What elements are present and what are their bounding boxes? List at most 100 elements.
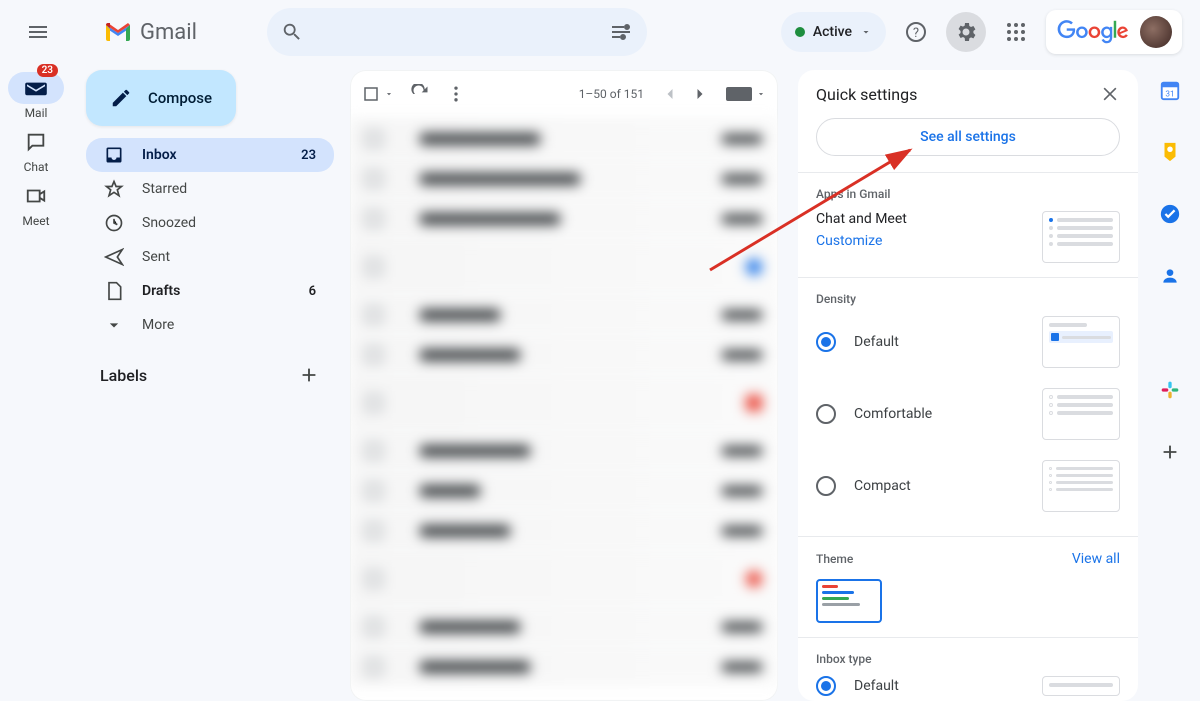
search-options-icon[interactable] <box>609 20 633 44</box>
add-label-button[interactable] <box>298 364 320 386</box>
meet-icon <box>25 185 47 207</box>
see-all-settings-button[interactable]: See all settings <box>816 118 1120 156</box>
close-settings-button[interactable] <box>1100 84 1120 104</box>
clock-icon <box>104 213 124 233</box>
mail-toolbar: 1–50 of 151 <box>350 70 778 118</box>
blurred-mail-rows <box>350 118 778 686</box>
avatar[interactable] <box>1140 16 1172 48</box>
nav-inbox[interactable]: Inbox 23 <box>86 138 334 172</box>
apps-customize-link[interactable]: Customize <box>816 233 907 249</box>
gear-icon <box>954 20 978 44</box>
nav-sent[interactable]: Sent <box>86 240 334 274</box>
more-actions-button[interactable] <box>446 84 466 104</box>
calendar-addon[interactable]: 31 <box>1150 70 1190 110</box>
settings-button[interactable] <box>946 12 986 52</box>
header-left: Gmail <box>0 8 197 56</box>
nav-snoozed-label: Snoozed <box>142 215 196 231</box>
google-apps-button[interactable] <box>996 12 1036 52</box>
caret-down-icon <box>756 89 766 99</box>
nav-drafts-count: 6 <box>309 284 316 299</box>
apps-text: Chat and Meet <box>816 211 907 227</box>
nav-sent-label: Sent <box>142 249 170 265</box>
nav-inbox-label: Inbox <box>142 147 177 163</box>
nav-starred-label: Starred <box>142 181 187 197</box>
support-button[interactable]: ? <box>896 12 936 52</box>
slack-addon[interactable] <box>1150 370 1190 410</box>
inbox-type-default[interactable]: Default <box>816 666 1120 701</box>
svg-text:31: 31 <box>1165 89 1174 99</box>
keep-addon[interactable] <box>1150 132 1190 172</box>
inbox-type-section: Inbox type Default <box>798 637 1138 701</box>
gmail-logo[interactable]: Gmail <box>104 20 197 45</box>
tasks-addon[interactable] <box>1150 194 1190 234</box>
close-icon <box>1100 84 1120 104</box>
tasks-icon <box>1159 203 1181 225</box>
search-bar[interactable] <box>267 8 647 56</box>
search-input[interactable] <box>303 23 609 42</box>
more-vert-icon <box>446 84 466 104</box>
header-right: Active ? <box>781 10 1192 54</box>
apps-grid-icon <box>1006 22 1026 42</box>
density-comfortable[interactable]: Comfortable <box>816 378 1120 450</box>
chevron-down-icon <box>104 315 124 335</box>
density-compact[interactable]: Compact <box>816 450 1120 522</box>
mail-list: 1–50 of 151 <box>350 70 778 701</box>
refresh-icon <box>410 84 430 104</box>
contacts-addon[interactable] <box>1150 256 1190 296</box>
density-default-label: Default <box>854 334 899 350</box>
status-chip[interactable]: Active <box>781 12 886 52</box>
inbox-type-heading: Inbox type <box>816 652 1120 666</box>
rail-mail-label: Mail <box>25 106 48 120</box>
nav-drafts[interactable]: Drafts 6 <box>86 274 334 308</box>
account-chip[interactable] <box>1046 10 1182 54</box>
theme-section: Theme View all <box>798 536 1138 637</box>
rail-chat-label: Chat <box>24 160 49 174</box>
keyboard-icon <box>726 87 752 101</box>
search-icon <box>281 21 303 43</box>
checkbox-icon <box>362 85 380 103</box>
main-menu-button[interactable] <box>14 8 62 56</box>
next-page-button[interactable] <box>690 84 710 104</box>
prev-page-button[interactable] <box>660 84 680 104</box>
labels-title: Labels <box>100 366 147 385</box>
nav-snoozed[interactable]: Snoozed <box>86 206 334 240</box>
rail-mail[interactable]: 23 Mail <box>8 72 64 120</box>
rail-meet[interactable]: Meet <box>8 180 64 228</box>
add-addon-button[interactable] <box>1150 432 1190 472</box>
rail-chat[interactable]: Chat <box>8 126 64 174</box>
caret-down-icon <box>384 89 394 99</box>
app-name: Gmail <box>140 20 197 45</box>
radio-checked-icon <box>816 332 836 352</box>
sidebar: Compose Inbox 23 Starred Snoozed Sent Dr… <box>86 70 334 386</box>
contacts-icon <box>1160 266 1180 286</box>
page-info: 1–50 of 151 <box>579 87 644 101</box>
pencil-icon <box>110 87 132 109</box>
app-rail: 23 Mail Chat Meet <box>0 64 72 228</box>
quick-settings-panel: Quick settings See all settings Apps in … <box>798 70 1138 701</box>
chevron-down-icon <box>860 26 872 38</box>
chat-icon <box>25 131 47 153</box>
density-heading: Density <box>816 292 1120 306</box>
radio-icon <box>816 404 836 424</box>
inbox-type-default-label: Default <box>854 678 899 694</box>
settings-header: Quick settings <box>798 70 1138 118</box>
compose-label: Compose <box>148 89 212 107</box>
send-icon <box>104 247 124 267</box>
mail-icon <box>25 79 47 97</box>
radio-checked-icon <box>816 676 836 696</box>
theme-thumbnail[interactable] <box>816 579 882 623</box>
nav-starred[interactable]: Starred <box>86 172 334 206</box>
density-default-thumb <box>1042 316 1120 368</box>
nav-more[interactable]: More <box>86 308 334 342</box>
rail-meet-label: Meet <box>22 214 49 228</box>
select-all-checkbox[interactable] <box>362 85 394 103</box>
input-tool-button[interactable] <box>726 87 766 101</box>
status-dot-icon <box>795 27 805 37</box>
theme-view-all-link[interactable]: View all <box>1072 551 1120 567</box>
density-default[interactable]: Default <box>816 306 1120 378</box>
density-compact-thumb <box>1042 460 1120 512</box>
refresh-button[interactable] <box>410 84 430 104</box>
compose-button[interactable]: Compose <box>86 70 236 126</box>
density-section: Density Default Comfortable <box>798 277 1138 536</box>
google-logo-icon <box>1056 20 1130 44</box>
